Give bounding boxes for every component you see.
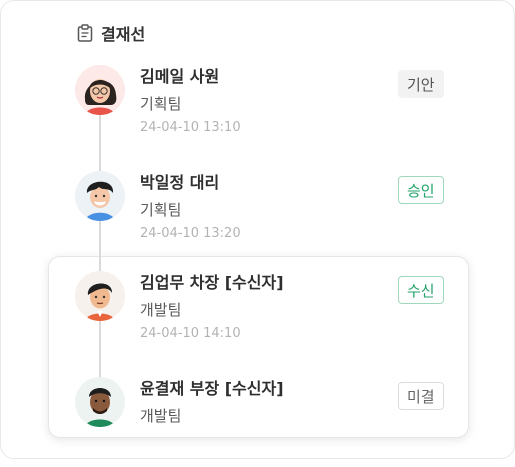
status-badge: 미결 — [398, 382, 444, 410]
approval-timestamp: 24-04-10 13:20 — [140, 226, 241, 241]
approver-department: 개발팀 — [140, 407, 182, 425]
approval-line-title: 결재선 — [101, 25, 146, 44]
approver-department: 기획팀 — [140, 201, 182, 219]
avatar — [75, 171, 125, 221]
status-badge: 승인 — [398, 176, 444, 204]
approval-line-header: 결재선 — [77, 21, 145, 45]
approver-department: 개발팀 — [140, 301, 182, 319]
approver-name: 윤결재 부장 [수신자] — [140, 379, 284, 398]
avatar — [75, 271, 125, 321]
clipboard-icon — [77, 24, 93, 42]
approver-department: 기획팀 — [140, 95, 182, 113]
approver-item: 박일정 대리 기획팀 24-04-10 13:20 승인 — [1, 171, 515, 261]
approver-name: 박일정 대리 — [140, 173, 220, 192]
approver-name: 김업무 차장 [수신자] — [140, 273, 284, 292]
approver-item: 김업무 차장 [수신자] 개발팀 24-04-10 14:10 수신 — [1, 271, 515, 361]
approval-timestamp: 24-04-10 14:10 — [140, 326, 241, 341]
avatar — [75, 65, 125, 115]
avatar — [75, 377, 125, 427]
approver-name: 김메일 사원 — [140, 67, 220, 86]
approver-item: 윤결재 부장 [수신자] 개발팀 미결 — [1, 377, 515, 467]
approval-timestamp: 24-04-10 13:10 — [140, 120, 241, 135]
status-badge: 기안 — [398, 70, 444, 98]
approver-item: 김메일 사원 기획팀 24-04-10 13:10 기안 — [1, 65, 515, 155]
status-badge: 수신 — [398, 276, 444, 304]
approval-line-card: 결재선 김메일 사원 기획팀 24-04-10 13:10 기안 박일정 대리 … — [0, 0, 515, 459]
